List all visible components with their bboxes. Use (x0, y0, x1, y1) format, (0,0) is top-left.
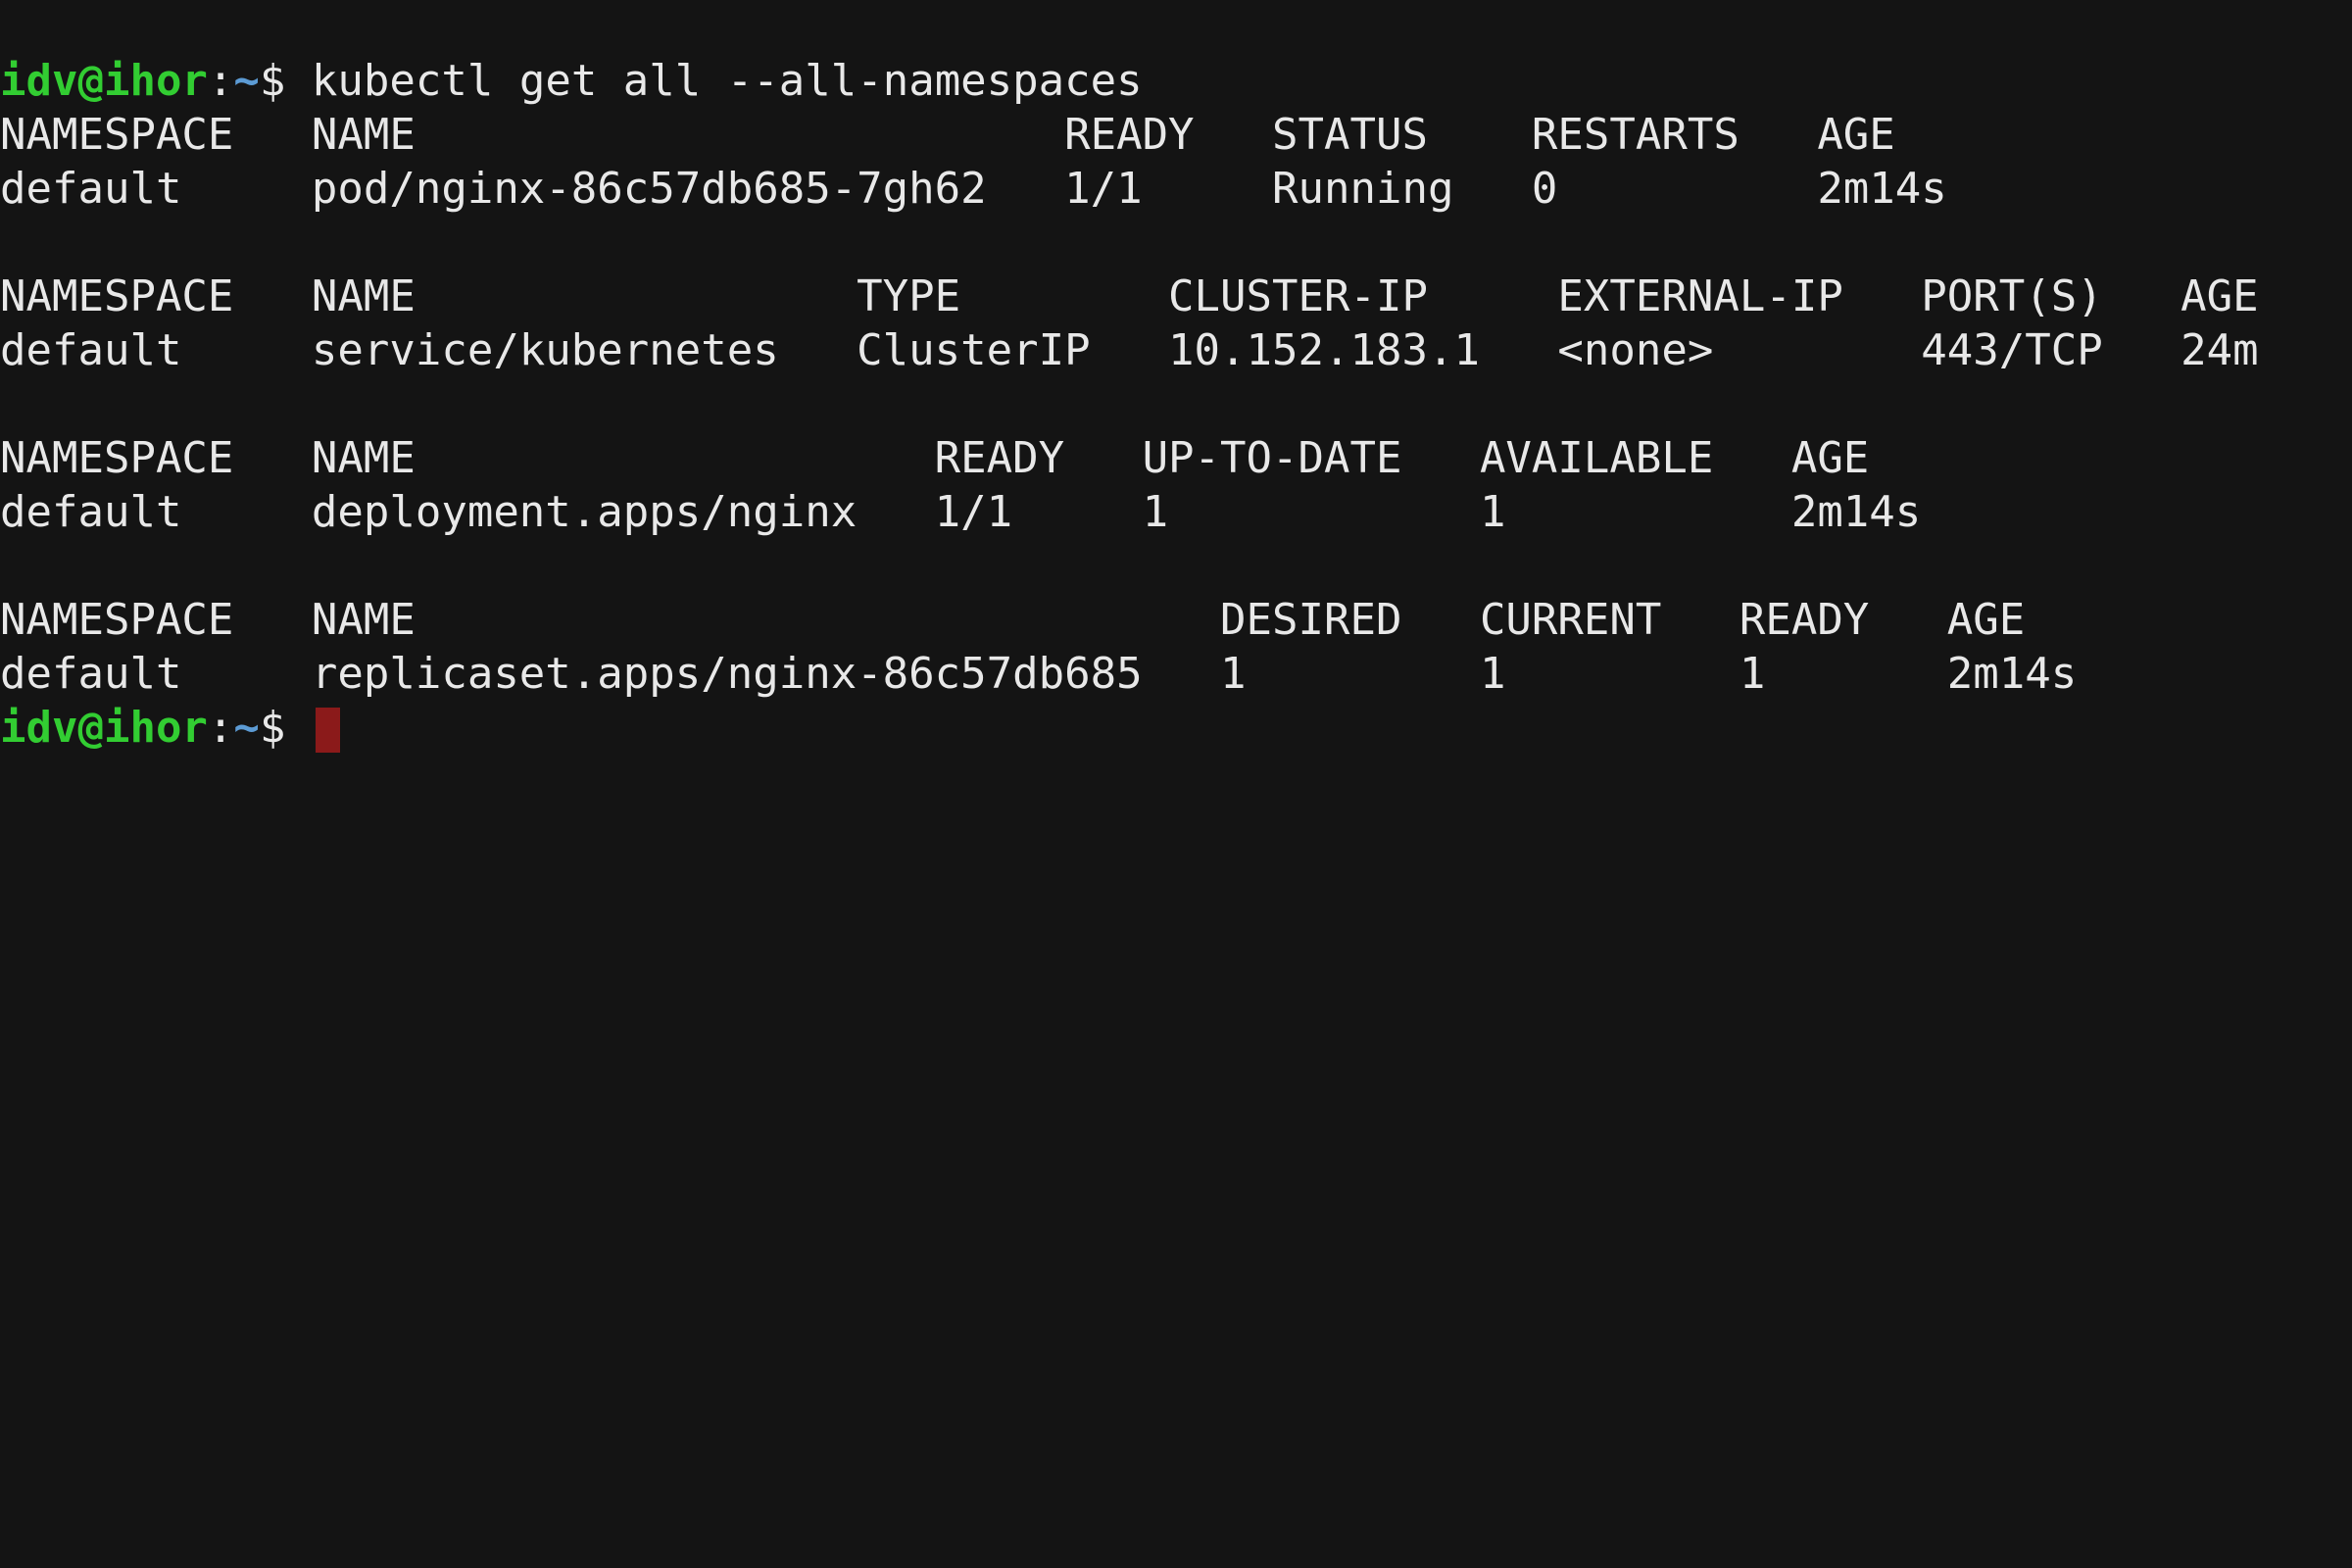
prompt-user: idv@ihor (0, 703, 208, 753)
prompt-sep1: : (208, 56, 234, 106)
prompt-line-2: idv@ihor:~$ (0, 703, 340, 753)
services-header: NAMESPACE NAME TYPE CLUSTER-IP EXTERNAL-… (0, 271, 2259, 321)
command-text: kubectl get all --all-namespaces (312, 56, 1143, 106)
prompt-user: idv@ihor (0, 56, 208, 106)
pods-header: NAMESPACE NAME READY STATUS RESTARTS AGE (0, 110, 1895, 160)
prompt-line-1: idv@ihor:~$ kubectl get all --all-namesp… (0, 56, 1143, 106)
replicasets-row: default replicaset.apps/nginx-86c57db685… (0, 649, 2077, 699)
terminal[interactable]: idv@ihor:~$ kubectl get all --all-namesp… (0, 0, 2352, 755)
prompt-path: ~ (233, 56, 260, 106)
pods-row: default pod/nginx-86c57db685-7gh62 1/1 R… (0, 164, 1947, 214)
prompt-sep1: : (208, 703, 234, 753)
replicasets-header: NAMESPACE NAME DESIRED CURRENT READY AGE (0, 595, 2025, 645)
deployments-header: NAMESPACE NAME READY UP-TO-DATE AVAILABL… (0, 433, 1869, 483)
cursor-block-icon (316, 708, 339, 753)
services-row: default service/kubernetes ClusterIP 10.… (0, 325, 2259, 375)
prompt-sep2: $ (260, 56, 286, 106)
deployments-row: default deployment.apps/nginx 1/1 1 1 2m… (0, 487, 1921, 537)
prompt-sep2: $ (260, 703, 286, 753)
prompt-path: ~ (233, 703, 260, 753)
